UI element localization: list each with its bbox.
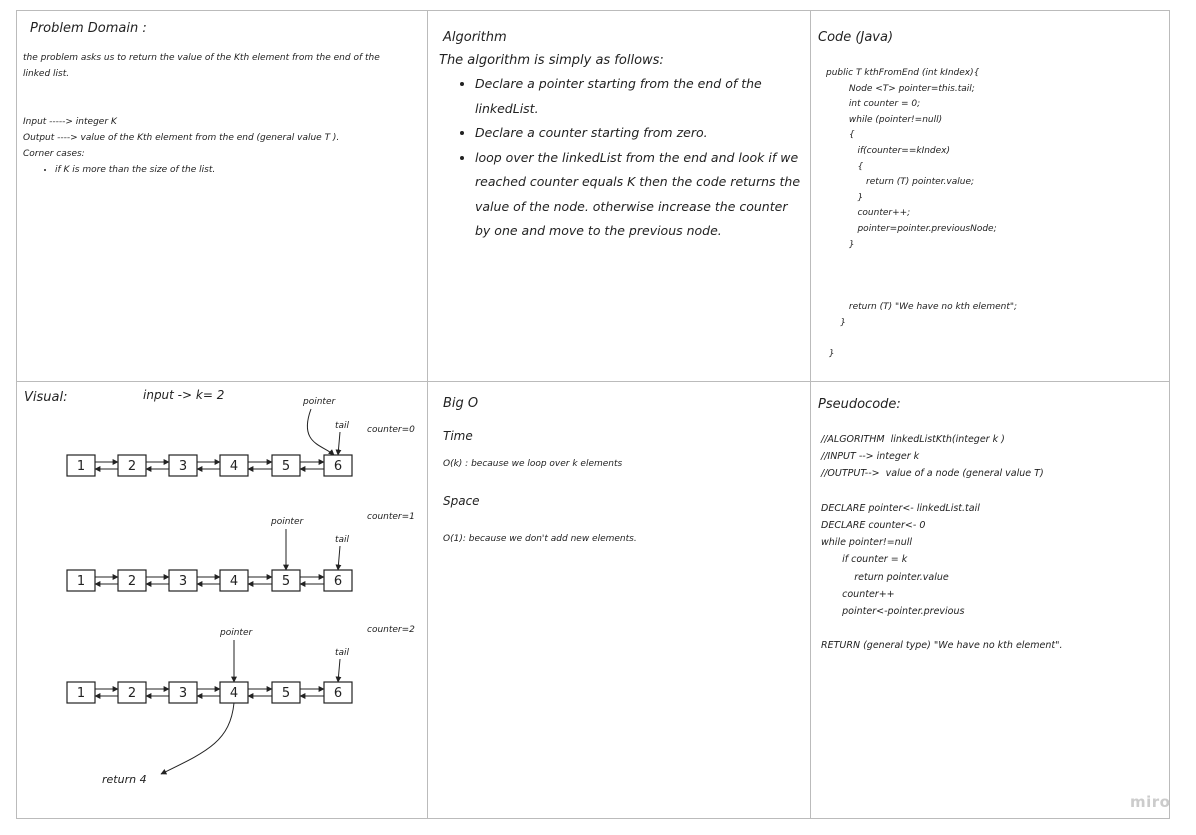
text-line: RETURN (general type) "We have no kth el… [821, 640, 1063, 652]
space-text: O(1): because we don't add new elements. [443, 534, 637, 544]
node-value: 3 [179, 686, 187, 701]
text-line: while pointer!=null [821, 537, 913, 549]
text-line: return (T) "We have no kth element"; [826, 301, 1018, 312]
text-line: } [826, 239, 855, 250]
pointer-label: pointer [302, 397, 336, 407]
text-line: DECLARE counter<- 0 [821, 520, 926, 532]
problem-title: Problem Domain : [30, 21, 147, 36]
return-arrow [160, 702, 235, 775]
text-line: return (T) pointer.value; [826, 177, 975, 188]
node-value: 4 [230, 686, 238, 701]
text-line: pointer=pointer.previousNode; [826, 223, 997, 234]
code-title: Code (Java) [818, 30, 894, 45]
text-line: public T kthFromEnd (int kIndex){ [826, 68, 980, 78]
counter-label: counter=0 [367, 425, 415, 435]
text-line: //ALGORITHM linkedListKth(integer k ) [821, 434, 1005, 445]
node-value: 6 [334, 574, 342, 589]
text-line: } [826, 348, 835, 359]
text-line: //OUTPUT--> value of a node (general val… [821, 468, 1044, 480]
algorithm-intro: The algorithm is simply as follows: [439, 53, 664, 68]
bigo-title: Big O [443, 396, 479, 411]
text-line: int counter = 0; [826, 99, 921, 110]
algorithm-step: Declare a counter starting from zero. [475, 121, 804, 146]
pointer-arrow [306, 408, 335, 456]
algorithm-body: The algorithm is simply as follows: Decl… [439, 50, 804, 244]
node-value: 5 [282, 459, 290, 474]
text-line: Input -----> integer K [23, 117, 117, 127]
text-line [826, 269, 1017, 285]
linked-list-diagram: 1 2 3 4 5 6 counter=0 tail pointer 1 2 3 4 5 6 counter=… [66, 397, 415, 786]
text-line: } [826, 192, 864, 203]
text-line [826, 284, 1017, 300]
divider [427, 10, 428, 819]
algorithm-step: loop over the linkedList from the end an… [475, 146, 804, 244]
text-line: { [826, 130, 855, 141]
text-line [23, 82, 380, 98]
node-value: 3 [179, 459, 187, 474]
text-line: return pointer.value [821, 571, 949, 583]
algorithm-step: Declare a pointer starting from the end … [475, 72, 804, 121]
node-value: 5 [282, 686, 290, 701]
node-value: 4 [230, 459, 238, 474]
text-line: the problem asks us to return the value … [23, 53, 380, 63]
tail-arrow [335, 658, 342, 683]
node-value: 1 [77, 686, 85, 701]
pointer-label: pointer [219, 628, 253, 638]
text-line: linked list. [23, 69, 70, 79]
time-text: O(k) : because we loop over k elements [443, 459, 623, 469]
miro-logo: miro [1130, 793, 1171, 811]
problem-body: the problem asks us to return the value … [23, 50, 380, 178]
counter-label: counter=1 [367, 512, 415, 522]
text-line [23, 98, 380, 114]
node-value: 6 [334, 686, 342, 701]
text-line [821, 483, 1063, 500]
pseudocode-title: Pseudocode: [818, 397, 901, 412]
pseudocode-block: //ALGORITHM linkedListKth(integer k ) //I… [821, 431, 1063, 655]
text-line: Corner cases: [23, 149, 85, 159]
text-line: } [826, 317, 847, 328]
text-line: Output ----> value of the Kth element fr… [23, 133, 340, 143]
text-line: counter++; [826, 208, 911, 219]
text-line: if(counter==kIndex) [826, 145, 951, 156]
text-line: if counter = k [821, 554, 908, 566]
tail-arrow [335, 431, 342, 456]
return-label: return 4 [102, 773, 147, 786]
text-line: while (pointer!=null) [826, 114, 943, 125]
text-line: DECLARE pointer<- linkedList.tail [821, 502, 980, 514]
tail-label: tail [335, 535, 350, 545]
text-line [826, 253, 1017, 269]
tail-arrow [335, 545, 342, 571]
pointer-label: pointer [270, 517, 304, 527]
node-value: 2 [128, 574, 136, 589]
algorithm-title: Algorithm [443, 30, 507, 45]
space-title: Space [443, 494, 480, 508]
counter-label: counter=2 [367, 625, 415, 635]
text-line: pointer<-pointer.previous [821, 606, 965, 618]
tail-label: tail [335, 421, 350, 431]
corner-case: if K is more than the size of the list. [55, 162, 380, 178]
node-value: 4 [230, 574, 238, 589]
time-title: Time [443, 429, 473, 443]
divider [810, 10, 811, 819]
text-line: counter++ [821, 588, 895, 600]
node-value: 1 [77, 574, 85, 589]
node-value: 3 [179, 574, 187, 589]
node-value: 5 [282, 574, 290, 589]
node-value: 1 [77, 459, 85, 474]
text-line [821, 620, 1063, 637]
node-value: 2 [128, 686, 136, 701]
node-value: 2 [128, 459, 136, 474]
node-value: 6 [334, 459, 342, 474]
text-line: //INPUT --> integer k [821, 451, 920, 463]
code-block: public T kthFromEnd (int kIndex){ Node <… [826, 66, 1017, 362]
text-line: { [826, 161, 864, 172]
tail-label: tail [335, 648, 350, 658]
text-line: Node <T> pointer=this.tail; [826, 83, 975, 94]
text-line [826, 331, 1017, 347]
